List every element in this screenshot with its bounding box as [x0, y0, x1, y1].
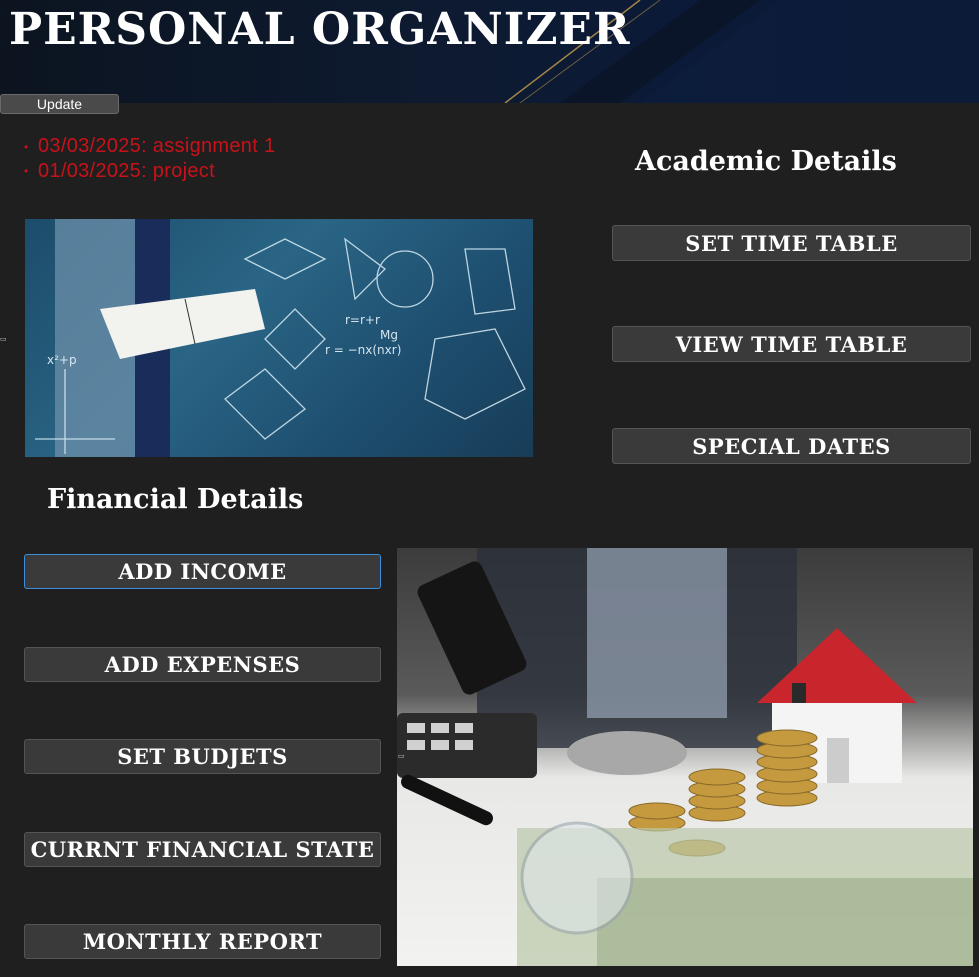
svg-text:x²+p: x²+p	[47, 353, 77, 367]
reminder-item: • 03/03/2025: assignment 1	[24, 135, 276, 157]
app-title: PERSONAL ORGANIZER	[9, 4, 631, 55]
monthly-report-button[interactable]: MONTHLY REPORT	[24, 924, 381, 959]
image-label-2: ▭	[398, 752, 405, 760]
reminder-list: • 03/03/2025: assignment 1 • 01/03/2025: p…	[24, 134, 275, 183]
financial-image	[397, 548, 973, 966]
current-financial-state-button[interactable]: CURRNT FINANCIAL STATE	[24, 832, 381, 867]
financial-section-title: Financial Details	[47, 484, 304, 515]
set-time-table-button[interactable]: SET TIME TABLE	[612, 225, 971, 261]
header-banner: PERSONAL ORGANIZER	[0, 0, 979, 103]
svg-text:Mg: Mg	[380, 328, 398, 342]
reminder-text: 01/03/2025: project	[38, 159, 215, 182]
set-budjets-button[interactable]: SET BUDJETS	[24, 739, 381, 774]
image-label-1: ▭	[0, 335, 7, 343]
special-dates-button[interactable]: SPECIAL DATES	[612, 428, 971, 464]
financial-illustration	[397, 548, 973, 966]
view-time-table-button[interactable]: VIEW TIME TABLE	[612, 326, 971, 362]
svg-text:r = −nx(nxr): r = −nx(nxr)	[325, 343, 401, 357]
svg-text:r=r+r: r=r+r	[345, 313, 380, 327]
reminder-text: 03/03/2025: assignment 1	[38, 135, 276, 157]
add-income-button[interactable]: ADD INCOME	[24, 554, 381, 589]
reminder-item: • 01/03/2025: project	[24, 159, 215, 182]
academic-section-title: Academic Details	[635, 146, 897, 177]
add-expenses-button[interactable]: ADD EXPENSES	[24, 647, 381, 682]
academic-image: x²+p r=r+r r = −nx(nxr) Mg	[25, 219, 533, 457]
update-button[interactable]: Update	[0, 94, 119, 114]
academic-illustration: x²+p r=r+r r = −nx(nxr) Mg	[35, 219, 526, 457]
